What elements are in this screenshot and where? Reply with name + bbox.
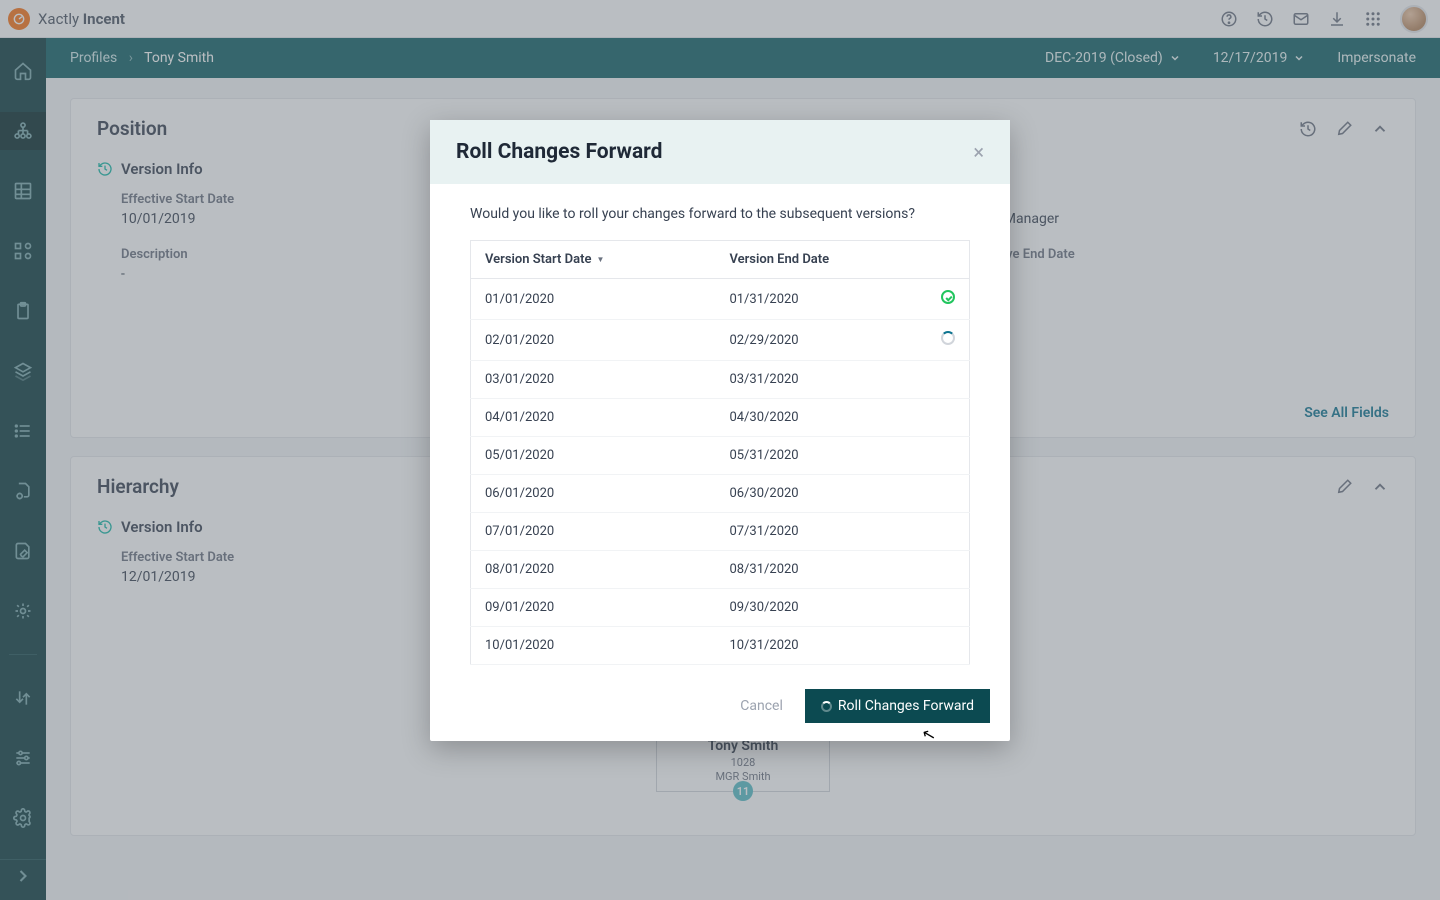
version-status-cell [927, 437, 970, 475]
version-status-cell [927, 320, 970, 361]
table-row: 09/01/202009/30/2020 [471, 589, 970, 627]
version-end-cell: 09/30/2020 [715, 589, 927, 627]
table-row: 06/01/202006/30/2020 [471, 475, 970, 513]
version-end-cell: 10/31/2020 [715, 627, 927, 665]
version-start-cell: 04/01/2020 [471, 399, 716, 437]
version-status-cell [927, 589, 970, 627]
version-end-cell: 07/31/2020 [715, 513, 927, 551]
table-row: 03/01/202003/31/2020 [471, 361, 970, 399]
version-status-cell [927, 279, 970, 320]
modal-body: Would you like to roll your changes forw… [430, 184, 1010, 671]
table-row: 01/01/202001/31/2020 [471, 279, 970, 320]
version-start-cell: 08/01/2020 [471, 551, 716, 589]
version-status-cell [927, 513, 970, 551]
check-circle-icon [941, 290, 955, 304]
spinner-icon [941, 331, 955, 345]
table-row: 08/01/202008/31/2020 [471, 551, 970, 589]
close-icon[interactable]: × [973, 140, 984, 164]
modal-title: Roll Changes Forward [456, 140, 663, 164]
col-start-header[interactable]: Version Start Date ▼ [471, 241, 716, 279]
version-end-cell: 03/31/2020 [715, 361, 927, 399]
version-end-cell: 02/29/2020 [715, 320, 927, 361]
table-row: 10/01/202010/31/2020 [471, 627, 970, 665]
col-start-label: Version Start Date [485, 252, 591, 267]
version-status-cell [927, 361, 970, 399]
version-start-cell: 03/01/2020 [471, 361, 716, 399]
col-end-label: Version End Date [729, 252, 829, 267]
version-start-cell: 01/01/2020 [471, 279, 716, 320]
version-start-cell: 02/01/2020 [471, 320, 716, 361]
version-end-cell: 06/30/2020 [715, 475, 927, 513]
roll-forward-modal: Roll Changes Forward × Would you like to… [430, 120, 1010, 741]
version-end-cell: 08/31/2020 [715, 551, 927, 589]
table-row: 02/01/202002/29/2020 [471, 320, 970, 361]
table-row: 04/01/202004/30/2020 [471, 399, 970, 437]
roll-forward-label: Roll Changes Forward [838, 698, 974, 714]
col-status-header [927, 241, 970, 279]
sort-desc-icon: ▼ [596, 255, 604, 264]
version-start-cell: 09/01/2020 [471, 589, 716, 627]
version-start-cell: 06/01/2020 [471, 475, 716, 513]
table-row: 05/01/202005/31/2020 [471, 437, 970, 475]
version-status-cell [927, 475, 970, 513]
version-status-cell [927, 399, 970, 437]
version-start-cell: 07/01/2020 [471, 513, 716, 551]
roll-forward-button[interactable]: Roll Changes Forward [805, 689, 990, 723]
table-row: 07/01/202007/31/2020 [471, 513, 970, 551]
versions-table: Version Start Date ▼ Version End Date 01/… [470, 240, 970, 665]
version-status-cell [927, 627, 970, 665]
version-end-cell: 04/30/2020 [715, 399, 927, 437]
modal-header: Roll Changes Forward × [430, 120, 1010, 184]
version-start-cell: 10/01/2020 [471, 627, 716, 665]
version-start-cell: 05/01/2020 [471, 437, 716, 475]
version-end-cell: 01/31/2020 [715, 279, 927, 320]
cancel-button[interactable]: Cancel [740, 698, 783, 714]
version-status-cell [927, 551, 970, 589]
modal-question: Would you like to roll your changes forw… [470, 206, 970, 222]
col-end-header[interactable]: Version End Date [715, 241, 927, 279]
spinner-icon [821, 701, 832, 712]
version-end-cell: 05/31/2020 [715, 437, 927, 475]
